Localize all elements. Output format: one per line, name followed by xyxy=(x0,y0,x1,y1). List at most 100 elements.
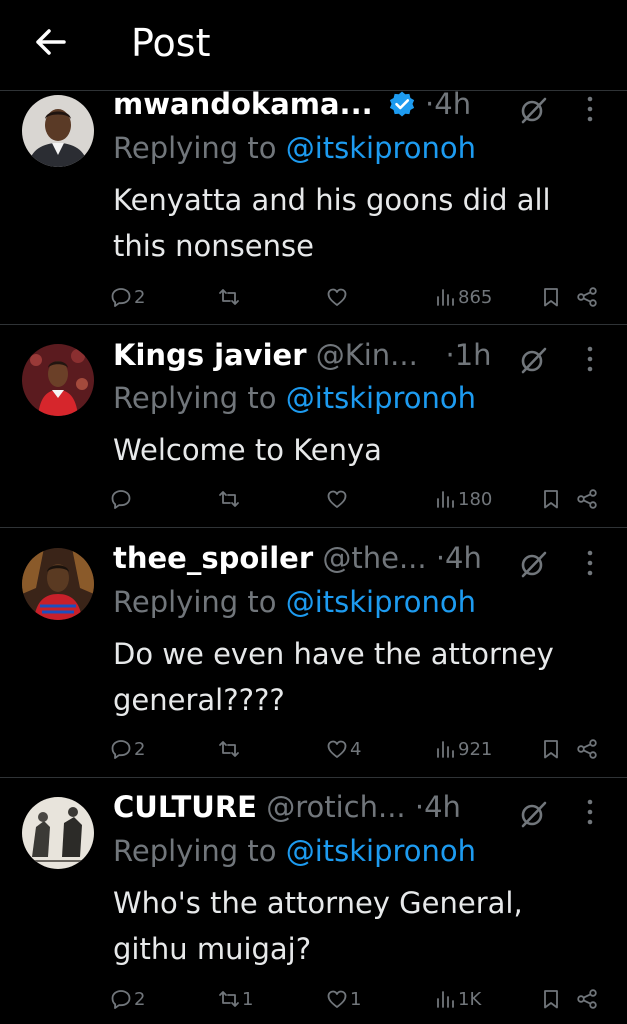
bookmark-button[interactable] xyxy=(540,485,562,513)
reply-button[interactable] xyxy=(110,485,134,513)
tweet-text: Do we even have the attorney general???? xyxy=(113,637,554,717)
grok-icon[interactable] xyxy=(519,346,547,374)
tweet-divider xyxy=(0,777,627,778)
heart-icon xyxy=(327,490,347,508)
bookmark-icon xyxy=(544,288,558,307)
display-name[interactable]: mwandokama... xyxy=(113,87,373,121)
views-chart-icon xyxy=(437,991,454,1008)
reply-button[interactable]: 2 xyxy=(110,985,145,1013)
share-icon xyxy=(577,989,597,1009)
replying-to: Replying to @itskipronoh xyxy=(113,834,477,868)
reply-count: 2 xyxy=(134,286,146,308)
like-button[interactable]: 4 xyxy=(326,735,361,763)
reply-count: 2 xyxy=(134,738,146,760)
verified-badge-icon xyxy=(389,91,414,117)
timestamp[interactable]: 1h xyxy=(455,338,492,372)
bookmark-icon xyxy=(544,740,558,759)
grok-icon[interactable] xyxy=(519,96,547,124)
display-name[interactable]: Kings javier xyxy=(113,338,307,372)
like-button[interactable] xyxy=(326,283,350,311)
reply-button[interactable]: 2 xyxy=(110,735,145,763)
tweet-text: Welcome to Kenya xyxy=(113,433,382,467)
avatar[interactable] xyxy=(22,548,94,620)
avatar[interactable] xyxy=(22,797,94,869)
heart-icon xyxy=(327,990,347,1008)
reply-icon xyxy=(111,288,131,307)
page-title: Post xyxy=(131,21,211,65)
bookmark-button[interactable] xyxy=(540,283,562,311)
more-options-icon[interactable] xyxy=(585,344,595,374)
views-button[interactable]: 921 xyxy=(434,735,492,763)
bookmark-button[interactable] xyxy=(540,985,562,1013)
share-button[interactable] xyxy=(576,485,598,513)
views-chart-icon xyxy=(437,289,454,306)
view-count: 180 xyxy=(458,488,493,510)
reply-icon xyxy=(111,740,131,759)
replying-to: Replying to @itskipronoh xyxy=(113,381,477,415)
arrow-left-icon[interactable] xyxy=(30,22,70,62)
views-button[interactable]: 1K xyxy=(434,985,481,1013)
views-chart-icon xyxy=(437,491,454,508)
share-icon xyxy=(577,287,597,307)
avatar[interactable] xyxy=(22,344,94,416)
heart-icon xyxy=(327,740,347,758)
tweet-actions: 2 4 921 xyxy=(108,735,608,763)
user-handle[interactable]: @rotich... xyxy=(266,790,405,824)
share-button[interactable] xyxy=(576,283,598,311)
repost-button[interactable] xyxy=(218,283,242,311)
mention-link[interactable]: @itskipronoh xyxy=(286,834,476,868)
share-icon xyxy=(577,739,597,759)
repost-button[interactable] xyxy=(218,735,242,763)
tweet-actions: 2 1 1 1K xyxy=(108,985,608,1013)
like-button[interactable] xyxy=(326,485,350,513)
views-button[interactable]: 180 xyxy=(434,485,492,513)
user-handle[interactable]: @the... xyxy=(322,541,426,575)
reply-icon xyxy=(111,490,131,509)
repost-button[interactable]: 1 xyxy=(218,985,253,1013)
top-bar: Post xyxy=(0,0,627,90)
like-button[interactable]: 1 xyxy=(326,985,361,1013)
reply-icon xyxy=(111,990,131,1009)
bookmark-icon xyxy=(544,490,558,509)
repost-icon xyxy=(219,491,239,507)
tweet-divider xyxy=(0,527,627,528)
tweet-header: thee_spoiler @the... ·4h xyxy=(113,541,482,575)
replying-to: Replying to @itskipronoh xyxy=(113,131,477,165)
user-handle[interactable]: @Kin... xyxy=(316,338,418,372)
mention-link[interactable]: @itskipronoh xyxy=(286,131,476,165)
grok-icon[interactable] xyxy=(519,800,547,828)
timestamp[interactable]: 4h xyxy=(424,790,461,824)
heart-icon xyxy=(327,288,347,306)
reply-count: 2 xyxy=(134,988,146,1010)
tweet-text: Who's the attorney General, githu muigaj… xyxy=(113,886,523,966)
display-name[interactable]: thee_spoiler xyxy=(113,541,313,575)
mention-link[interactable]: @itskipronoh xyxy=(286,585,476,619)
display-name[interactable]: CULTURE xyxy=(113,790,257,824)
tweet-header: mwandokama... ·4h xyxy=(113,87,472,121)
mention-link[interactable]: @itskipronoh xyxy=(286,381,476,415)
replying-to: Replying to @itskipronoh xyxy=(113,585,477,619)
reply-button[interactable]: 2 xyxy=(110,283,145,311)
view-count: 865 xyxy=(458,286,493,308)
repost-icon xyxy=(219,991,239,1007)
like-count: 1 xyxy=(350,988,362,1010)
timestamp[interactable]: 4h xyxy=(434,87,471,121)
share-icon xyxy=(577,489,597,509)
avatar[interactable] xyxy=(22,95,94,167)
tweet-actions: 180 xyxy=(108,485,608,513)
tweet-text: Kenyatta and his goons did all this nons… xyxy=(113,183,551,263)
share-button[interactable] xyxy=(576,735,598,763)
tweet-divider xyxy=(0,324,627,325)
views-chart-icon xyxy=(437,741,454,758)
grok-icon[interactable] xyxy=(519,550,547,578)
repost-button[interactable] xyxy=(218,485,242,513)
share-button[interactable] xyxy=(576,985,598,1013)
view-count: 1K xyxy=(458,988,482,1010)
more-options-icon[interactable] xyxy=(585,94,595,124)
more-options-icon[interactable] xyxy=(585,548,595,578)
timestamp[interactable]: 4h xyxy=(445,541,482,575)
more-options-icon[interactable] xyxy=(585,797,595,827)
views-button[interactable]: 865 xyxy=(434,283,492,311)
bookmark-button[interactable] xyxy=(540,735,562,763)
repost-icon xyxy=(219,289,239,305)
